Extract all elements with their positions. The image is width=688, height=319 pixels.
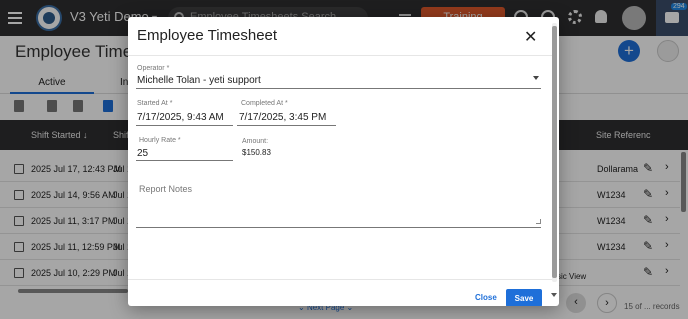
started-at-underline <box>136 125 233 126</box>
report-notes-textarea[interactable] <box>136 227 541 228</box>
dialog-scrollbar-thumb[interactable] <box>552 26 557 278</box>
scroll-down-arrow[interactable] <box>551 293 557 297</box>
dialog-title: Employee Timesheet <box>137 27 278 44</box>
operator-label: Operator * <box>137 65 170 72</box>
close-icon[interactable]: ✕ <box>524 27 537 47</box>
employee-timesheet-dialog: Employee Timesheet ✕ Operator * Michelle… <box>128 17 559 306</box>
completed-at-underline <box>237 125 336 126</box>
close-button[interactable]: Close <box>475 293 497 302</box>
operator-underline <box>136 88 541 89</box>
started-at-label: Started At * <box>137 100 173 107</box>
amount-value: $150.83 <box>242 148 271 157</box>
completed-at-label: Completed At * <box>241 100 288 107</box>
hourly-rate-label: Hourly Rate * <box>139 137 181 144</box>
operator-select[interactable]: Michelle Tolan - yeti support <box>137 75 261 86</box>
dialog-scrollbar[interactable] <box>552 23 557 282</box>
divider <box>128 55 553 56</box>
footer-divider <box>128 279 553 280</box>
hourly-rate-underline <box>136 160 233 161</box>
hourly-rate-field[interactable]: 25 <box>137 148 148 159</box>
resize-handle[interactable] <box>536 219 541 224</box>
save-button[interactable]: Save <box>506 289 542 306</box>
report-notes-label: Report Notes <box>139 184 193 194</box>
chevron-down-icon[interactable] <box>533 76 539 80</box>
amount-label: Amount: <box>242 138 269 145</box>
started-at-field[interactable]: 7/17/2025, 9:43 AM <box>137 112 224 123</box>
completed-at-field[interactable]: 7/17/2025, 3:45 PM <box>239 112 326 123</box>
